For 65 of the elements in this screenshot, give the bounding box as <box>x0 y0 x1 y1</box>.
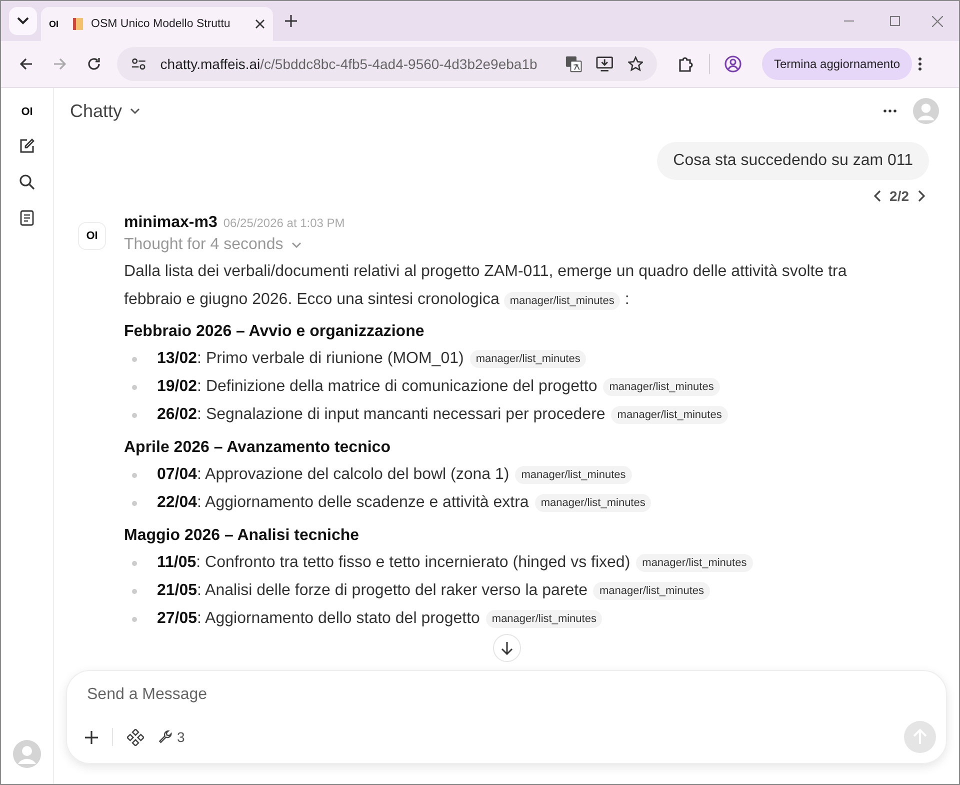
document-icon <box>71 17 85 31</box>
tool-tag[interactable]: manager/list_minutes <box>486 610 602 628</box>
caret-icon <box>130 108 140 114</box>
section-heading: Aprile 2026 – Avanzamento tecnico <box>124 439 392 457</box>
reload-icon[interactable] <box>87 57 101 71</box>
notes-icon[interactable] <box>20 210 34 226</box>
new-chat-icon[interactable] <box>19 138 35 154</box>
extensions-icon[interactable] <box>677 55 695 73</box>
tab-list-button[interactable] <box>9 7 37 35</box>
user-message: Cosa sta succedendo su zam 011 <box>657 142 929 180</box>
list-item-text: 11/05: Confronto tra tetto fisso e tetto incernierato (hinged vs fixed) <box>157 554 630 572</box>
site-settings-icon[interactable] <box>131 57 146 71</box>
list-item-text: 26/02: Segnalazione di input mancanti necessari per procedere <box>157 406 606 424</box>
assistant-avatar: OI <box>78 222 106 250</box>
list-item-text: 19/02: Definizione della matrice di comunicazione del progetto <box>157 378 598 396</box>
model-selector[interactable]: Chatty <box>70 100 140 122</box>
tool-tag[interactable]: manager/list_minutes <box>515 466 632 484</box>
new-tab-icon[interactable] <box>285 15 297 27</box>
list-item-text: 21/05: Analisi delle forze di progetto del raker verso la parete <box>157 582 588 600</box>
integrations-icon[interactable] <box>127 728 144 746</box>
menu-icon[interactable] <box>918 57 922 71</box>
tools-button[interactable]: 3 <box>158 729 185 745</box>
list-item-text: 13/02: Primo verbale di riunione (MOM_01) <box>157 350 464 368</box>
close-icon[interactable] <box>255 19 265 29</box>
section-heading: Febbraio 2026 – Avvio e organizzazione <box>124 323 426 341</box>
list-item-text: 07/04: Approvazione del calcolo del bowl (zona 1) <box>157 466 510 484</box>
tool-tag[interactable]: manager/list_minutes <box>593 582 710 600</box>
previous-icon[interactable] <box>874 190 882 202</box>
arrow-up-icon <box>913 729 927 745</box>
caret-icon <box>17 17 29 25</box>
back-icon[interactable] <box>19 57 33 71</box>
timestamp: 06/25/2026 at 1:03 PM <box>223 216 345 230</box>
tool-tag[interactable]: manager/list_minutes <box>636 554 753 572</box>
app-logo[interactable]: OI <box>21 106 33 118</box>
tool-tag[interactable]: manager/list_minutes <box>470 350 586 368</box>
update-button[interactable]: Termina aggiornamento <box>762 48 912 80</box>
search-icon[interactable] <box>19 174 35 190</box>
list-item-text: 27/05: Aggiornamento dello stato del progetto <box>157 610 480 628</box>
maximize-icon[interactable] <box>890 16 900 26</box>
favicon: OI <box>49 19 60 29</box>
message-text: Dalla lista dei verbali/documenti relativi al progetto ZAM-011, emerge un quadro delle attività svolte tra febbraio e giugno 2026. Ecco una sintesi cronologica manager/list_minutes : <box>124 262 848 312</box>
url-text: chatty.maffeis.ai/c/5bddc8bc-4fb5-4ad4-9560-4d3b2e9eba1b <box>160 56 538 72</box>
profile-icon[interactable] <box>724 55 742 73</box>
address-bar[interactable]: chatty.maffeis.ai/c/5bddc8bc-4fb5-4ad4-9560-4d3b2e9eba1b <box>117 47 657 81</box>
tool-tag[interactable]: manager/list_minutes <box>611 406 728 424</box>
caret-icon <box>291 242 302 248</box>
browser-tab[interactable]: OI OSM Unico Modello Struttu <box>41 7 273 41</box>
next-icon[interactable] <box>917 190 925 202</box>
tool-tag[interactable]: manager/list_minutes <box>603 378 720 396</box>
translate-icon[interactable] <box>565 55 582 73</box>
tool-tag[interactable]: manager/list_minutes <box>504 292 620 310</box>
pager-count: 2/2 <box>890 188 909 204</box>
wrench-icon <box>158 730 173 744</box>
list-item-text: 22/04: Aggiornamento delle scadenze e attività extra <box>157 494 529 512</box>
section-heading: Maggio 2026 – Analisi tecniche <box>124 527 360 545</box>
plus-icon[interactable] <box>85 730 98 744</box>
message-input[interactable]: Send a Message <box>85 685 940 705</box>
tool-tag[interactable]: manager/list_minutes <box>534 494 652 512</box>
arrow-down-icon <box>500 641 512 655</box>
tab-title: OSM Unico Modello Struttu <box>91 18 232 30</box>
install-icon[interactable] <box>596 56 614 72</box>
star-icon[interactable] <box>628 56 643 72</box>
more-icon[interactable] <box>883 109 897 113</box>
scroll-down-button[interactable] <box>492 634 520 662</box>
model-name: minimax-m3 <box>124 214 218 232</box>
